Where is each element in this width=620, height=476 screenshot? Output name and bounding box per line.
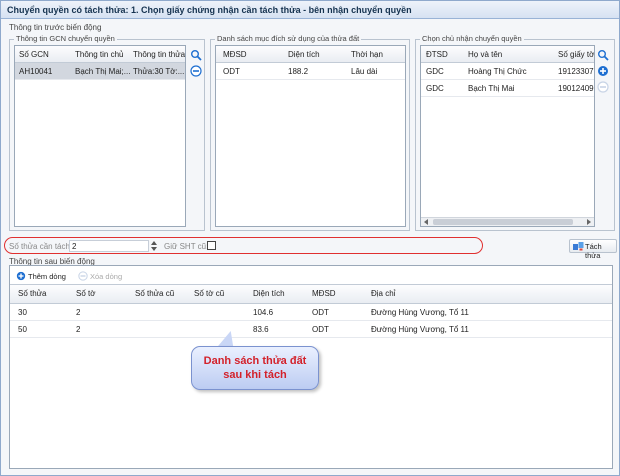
gcn-fieldset: Thông tin GCN chuyển quyền Số GCN Thông … [9, 34, 205, 231]
column-header[interactable]: Diện tích [253, 289, 285, 298]
recipients-legend: Chọn chủ nhận chuyển quyền [420, 34, 524, 43]
column-header[interactable]: Số tờ [76, 289, 95, 298]
table-row[interactable]: 50 2 83.6 ODT Đường Hùng Vương, Tổ 11 [10, 321, 612, 338]
add-recipient-button[interactable] [597, 65, 609, 77]
plus-circle-icon [598, 66, 608, 76]
cell-thoi-han: Lâu dài [351, 67, 378, 76]
cell-ho-ten: Bạch Thị Mai [468, 84, 515, 93]
window-title: Chuyển quyền có tách thửa: 1. Chọn giấy … [1, 1, 619, 19]
minus-circle-icon [78, 271, 88, 281]
cell-dien-tich: 188.2 [288, 67, 309, 76]
highlight-oval [4, 237, 483, 254]
cell-dia-chi: Đường Hùng Vương, Tổ 11 [371, 325, 469, 334]
callout-line-2: sau khi tách [223, 369, 287, 381]
cell-mdsd: ODT [312, 325, 329, 334]
recipients-fieldset: Chọn chủ nhận chuyển quyền ĐTSD Họ và tê… [415, 34, 615, 231]
column-header[interactable]: MĐSD [312, 289, 336, 298]
column-header[interactable]: Số giấy tờ [558, 50, 594, 59]
column-header[interactable]: Thời hạn [351, 50, 383, 59]
minus-circle-icon [190, 65, 202, 77]
cell-so-giay-to: 190124091 [558, 84, 595, 93]
column-header[interactable]: Họ và tên [468, 50, 502, 59]
scroll-right-icon[interactable] [587, 219, 591, 225]
column-header[interactable]: ĐTSD [426, 50, 448, 59]
gcn-legend: Thông tin GCN chuyển quyền [14, 34, 117, 43]
usage-legend: Danh sách mục đích sử dụng của thửa đất [215, 34, 362, 43]
remove-recipient-button[interactable] [597, 81, 609, 93]
plus-circle-icon [16, 271, 26, 281]
search-recipient-button[interactable] [597, 49, 609, 61]
search-icon [598, 50, 609, 61]
add-row-button[interactable]: Thêm dòng [16, 271, 66, 281]
cell-dtsd: GDC [426, 67, 444, 76]
before-section-label: Thông tin trước biến động [9, 23, 102, 32]
table-row[interactable]: AH10041 Bạch Thị Mai;... Thửa:30 Tờ:... [15, 63, 185, 80]
scrollbar-thumb[interactable] [433, 219, 573, 225]
column-header[interactable]: Số thửa cũ [135, 289, 174, 298]
add-row-label: Thêm dòng [28, 272, 66, 281]
gcn-grid-header: Số GCN Thông tin chủ Thông tin thửa [15, 46, 185, 63]
cell-dtsd: GDC [426, 84, 444, 93]
cell-mdsd: ODT [223, 67, 240, 76]
column-header[interactable]: Số GCN [19, 50, 49, 59]
search-icon [191, 50, 202, 61]
split-icon [573, 242, 584, 253]
cell-so-to: 2 [76, 308, 81, 317]
cell-thong-tin-thua: Thửa:30 Tờ:... [133, 67, 185, 76]
gcn-grid: Số GCN Thông tin chủ Thông tin thửa AH10… [14, 45, 186, 227]
horizontal-scrollbar[interactable] [421, 217, 594, 226]
cell-so-gcn: AH10041 [19, 67, 53, 76]
split-parcel-button[interactable]: Tách thửa [569, 239, 617, 260]
column-header[interactable]: Thông tin thửa [133, 50, 185, 59]
annotation-callout: Danh sách thửa đất sau khi tách [191, 346, 319, 390]
cell-dia-chi: Đường Hùng Vương, Tổ 11 [371, 308, 469, 317]
usage-grid: MĐSD Diện tích Thời hạn ODT 188.2 Lâu dà… [215, 45, 406, 227]
recipients-grid: ĐTSD Họ và tên Số giấy tờ GDC Hoàng Thị … [420, 45, 595, 227]
minus-circle-icon [597, 81, 609, 93]
cell-dien-tich: 83.6 [253, 325, 269, 334]
table-row[interactable]: GDC Bạch Thị Mai 190124091 [421, 80, 594, 97]
column-header[interactable]: Thông tin chủ [75, 50, 123, 59]
table-row[interactable]: GDC Hoàng Thị Chức 191233075 [421, 63, 594, 80]
column-header[interactable]: MĐSD [223, 50, 247, 59]
after-grid-header: Số thửa Số tờ Số thửa cũ Số tờ cũ Diện t… [10, 285, 612, 304]
scroll-left-icon[interactable] [424, 219, 428, 225]
cell-mdsd: ODT [312, 308, 329, 317]
cell-dien-tich: 104.6 [253, 308, 274, 317]
cell-so-giay-to: 191233075 [558, 67, 595, 76]
dialog-window: Chuyển quyền có tách thửa: 1. Chọn giấy … [0, 0, 620, 476]
search-gcn-button[interactable] [190, 49, 202, 61]
column-header[interactable]: Số thửa [18, 289, 46, 298]
delete-row-button[interactable]: Xóa dòng [78, 271, 122, 281]
recipients-grid-header: ĐTSD Họ và tên Số giấy tờ [421, 46, 594, 63]
cell-so-to: 2 [76, 325, 81, 334]
column-header[interactable]: Địa chỉ [371, 289, 395, 298]
cell-so-thua: 50 [18, 325, 27, 334]
table-row[interactable]: 30 2 104.6 ODT Đường Hùng Vương, Tổ 11 [10, 304, 612, 321]
usage-grid-header: MĐSD Diện tích Thời hạn [216, 46, 405, 63]
callout-line-1: Danh sách thửa đất [203, 355, 307, 367]
cell-so-thua: 30 [18, 308, 27, 317]
remove-gcn-button[interactable] [190, 65, 202, 77]
cell-thong-tin-chu: Bạch Thị Mai;... [75, 67, 130, 76]
table-row[interactable]: ODT 188.2 Lâu dài [216, 63, 405, 80]
usage-fieldset: Danh sách mục đích sử dụng của thửa đất … [210, 34, 410, 231]
column-header[interactable]: Số tờ cũ [194, 289, 224, 298]
split-parcel-label: Tách thửa [585, 242, 602, 260]
delete-row-label: Xóa dòng [90, 272, 123, 281]
cell-ho-ten: Hoàng Thị Chức [468, 67, 527, 76]
column-header[interactable]: Diện tích [288, 50, 320, 59]
